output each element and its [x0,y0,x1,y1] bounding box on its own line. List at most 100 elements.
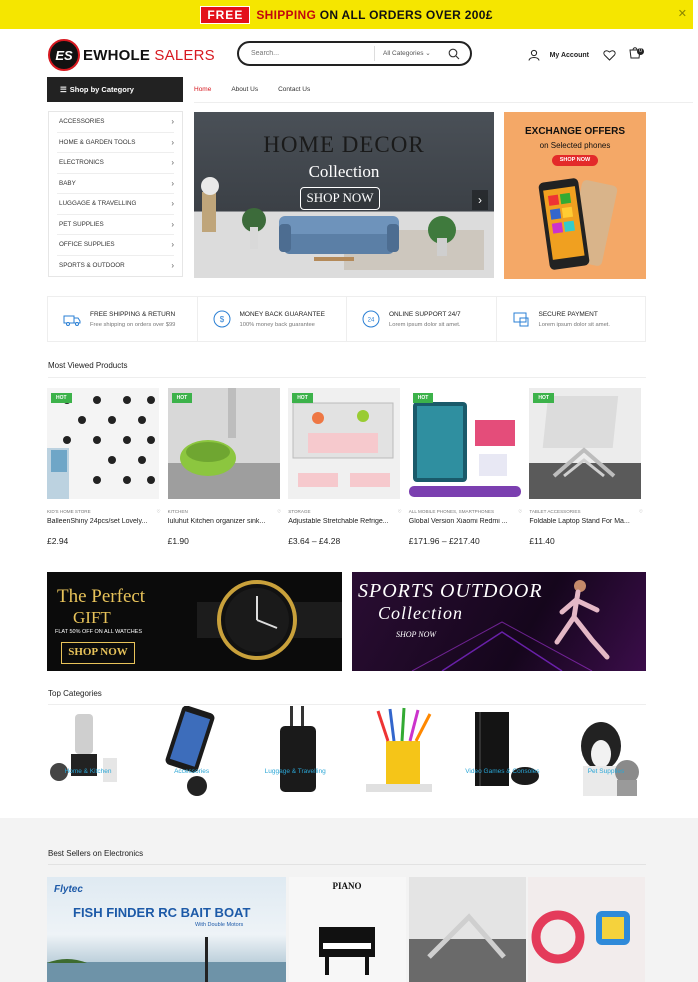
product-name[interactable]: Iuluhut Kitchen organizer sink... [168,518,280,525]
sports-outdoor-banner[interactable]: SPORTS OUTDOOR Collection SHOP NOW [352,572,646,671]
product-image[interactable]: HOT [408,388,521,499]
product-category: TABLET ACCESSORIES ♡ [529,509,643,515]
hero-slider[interactable]: HOME DECOR Collection SHOP NOW › [194,112,494,278]
chevron-right-icon: › [171,261,174,271]
product-name[interactable]: Adjustable Stretchable Refrige... [288,518,400,525]
nav-home[interactable]: Home [194,86,211,93]
category-item-sports-outdoor[interactable]: SPORTS & OUTDOOR › [57,256,174,277]
feature-subtitle: Lorem ipsum dolor sit amet. [389,321,461,328]
promo-shop-now-button[interactable]: SHOP NOW [552,155,598,166]
wishlist-heart-icon[interactable]: ♡ [398,509,402,515]
category-item-office-supplies[interactable]: OFFICE SUPPLIES › [57,235,174,256]
search-icon[interactable] [448,48,460,60]
best-seller-gadget[interactable] [528,877,645,982]
wishlist-heart-icon[interactable]: ♡ [156,509,160,515]
my-account-link[interactable]: My Account [550,52,589,59]
best-sellers-title: Best Sellers on Electronics [48,849,144,858]
hot-badge: HOT [412,393,434,403]
product-name[interactable]: BalleenShiny 24pcs/set Lovely... [47,518,159,525]
search-input[interactable] [239,50,374,57]
cart-count: 0 [637,48,644,55]
support-24-icon: 24 [362,310,380,328]
best-seller-piano[interactable]: PIANO [289,877,406,982]
most-viewed-title: Most Viewed Products [48,361,128,370]
secure-payment-icon [513,312,528,327]
product-name[interactable]: Foldable Laptop Stand For Ma... [529,518,641,525]
category-item-home-garden[interactable]: HOME & GARDEN TOOLS › [57,133,174,153]
product-image[interactable]: HOT [47,388,159,499]
hero-subtitle: Collection [308,162,380,181]
shop-by-category-button[interactable]: ☰ Shop by Category [47,77,183,102]
product-price: £171.96 – £217.40 [408,536,480,546]
sports-shop-now-button[interactable]: SHOP NOW [396,630,436,639]
gift-offer-text: FLAT 50% OFF ON ALL WATCHES [55,629,143,635]
top-category-luggage[interactable]: Luggage & Travelling [254,706,336,798]
product-card[interactable]: HOT ALL MOBILE PHONES, SMARTPHONES ♡ Glob… [408,388,527,546]
category-item-accessories[interactable]: ACCESSORIES › [57,112,174,133]
product-name[interactable]: Global Version Xiaomi Redmi ... [409,518,521,525]
menu-icon: ☰ [60,85,67,94]
pencils-image [365,707,432,792]
feature-title: SECURE PAYMENT [538,310,598,318]
product-card[interactable]: HOT STORAGE ♡ Adjustable Stretchable Refr… [288,388,406,546]
product-card[interactable]: HOT KITCHEN ♡ Iuluhut Kitchen organizer s… [167,388,286,546]
close-icon[interactable]: ✕ [678,7,687,20]
wishlist-heart-icon[interactable]: ♡ [518,509,522,515]
top-category-home-kitchen[interactable]: Home & Kitchen [47,706,129,798]
site-logo[interactable]: ES EWHOLE SALERS [48,39,215,71]
top-categories-title: Top Categories [48,689,102,698]
perfect-gift-banner[interactable]: The Perfect GIFT FLAT 50% OFF ON ALL WAT… [47,572,342,671]
gift-shop-now-button[interactable]: SHOP NOW [61,642,135,664]
category-item-pet-supplies[interactable]: PET SUPPLIES › [57,215,174,235]
heart-icon[interactable] [603,49,616,61]
section-divider [48,377,646,378]
main-nav: Home About Us Contact Us [194,86,330,93]
free-badge: FREE [200,5,251,24]
fish-finder-banner[interactable]: Flytec FISH FINDER RC BAIT BOAT With Dou… [47,877,286,982]
product-price: £1.90 [167,536,189,546]
stand-image [409,877,526,982]
free-shipping-banner[interactable]: FREE SHIPPING ON ALL ORDERS OVER 200£ ✕ [0,0,693,29]
hero-shop-now-button[interactable]: SHOP NOW [300,187,380,210]
product-image[interactable]: HOT [288,388,401,499]
hot-badge: HOT [533,393,554,403]
exchange-offers-banner[interactable]: EXCHANGE OFFERS on Selected phones SHOP … [504,112,646,279]
chevron-right-icon: › [171,219,174,229]
chevron-right-icon: › [171,158,174,168]
category-item-luggage[interactable]: LUGGAGE & TRAVELLING › [57,194,174,215]
chevron-right-icon: › [171,199,174,209]
promo-subtitle: on Selected phones [539,141,611,150]
logo-mark: ES [48,39,80,71]
top-category-pet-supplies[interactable]: Pet Supplies [565,706,647,798]
product-image[interactable]: HOT [529,388,642,499]
nav-contact-us[interactable]: Contact Us [278,86,310,93]
top-category-video-games[interactable]: Video Games & Consoles [461,706,543,798]
product-card[interactable]: HOT TABLET ACCESSORIES ♡ Foldable Laptop … [529,388,647,546]
product-card[interactable]: HOT KID'S HOME STORE ♡ BalleenShiny 24pcs… [47,388,165,546]
top-category-office-supplies[interactable] [358,706,440,798]
category-item-baby[interactable]: BABY › [57,174,174,194]
nav-about-us[interactable]: About Us [231,86,258,93]
wall-stickers-image [47,388,159,499]
top-category-accessories[interactable]: Accessories [151,705,233,798]
laptop-stand-image [529,388,642,499]
blender-image [50,714,117,782]
gadget-image [528,877,645,982]
category-item-electronics[interactable]: ELECTRONICS › [57,153,174,174]
feature-subtitle: Free shipping on orders over $99 [90,321,176,328]
category-select[interactable]: All Categories ⌄ [374,46,444,61]
hot-badge: HOT [51,393,72,403]
product-category: ALL MOBILE PHONES, SMARTPHONES ♡ [408,509,523,515]
wishlist-heart-icon[interactable]: ♡ [277,509,281,515]
svg-text:24: 24 [368,318,375,324]
wishlist-heart-icon[interactable]: ♡ [639,509,643,515]
piano-image: PIANO [289,877,406,982]
banner-message: SHIPPING ON ALL ORDERS OVER 200£ [256,7,493,22]
redmi-phone-image [408,388,521,499]
hero-title: HOME DECOR [263,132,425,157]
cart-button[interactable]: 0 [628,46,644,64]
user-icon[interactable] [528,49,540,61]
next-slide-arrow-icon[interactable]: › [472,190,488,210]
best-seller-laptop-stand[interactable] [409,877,526,982]
product-image[interactable]: HOT [167,388,280,499]
